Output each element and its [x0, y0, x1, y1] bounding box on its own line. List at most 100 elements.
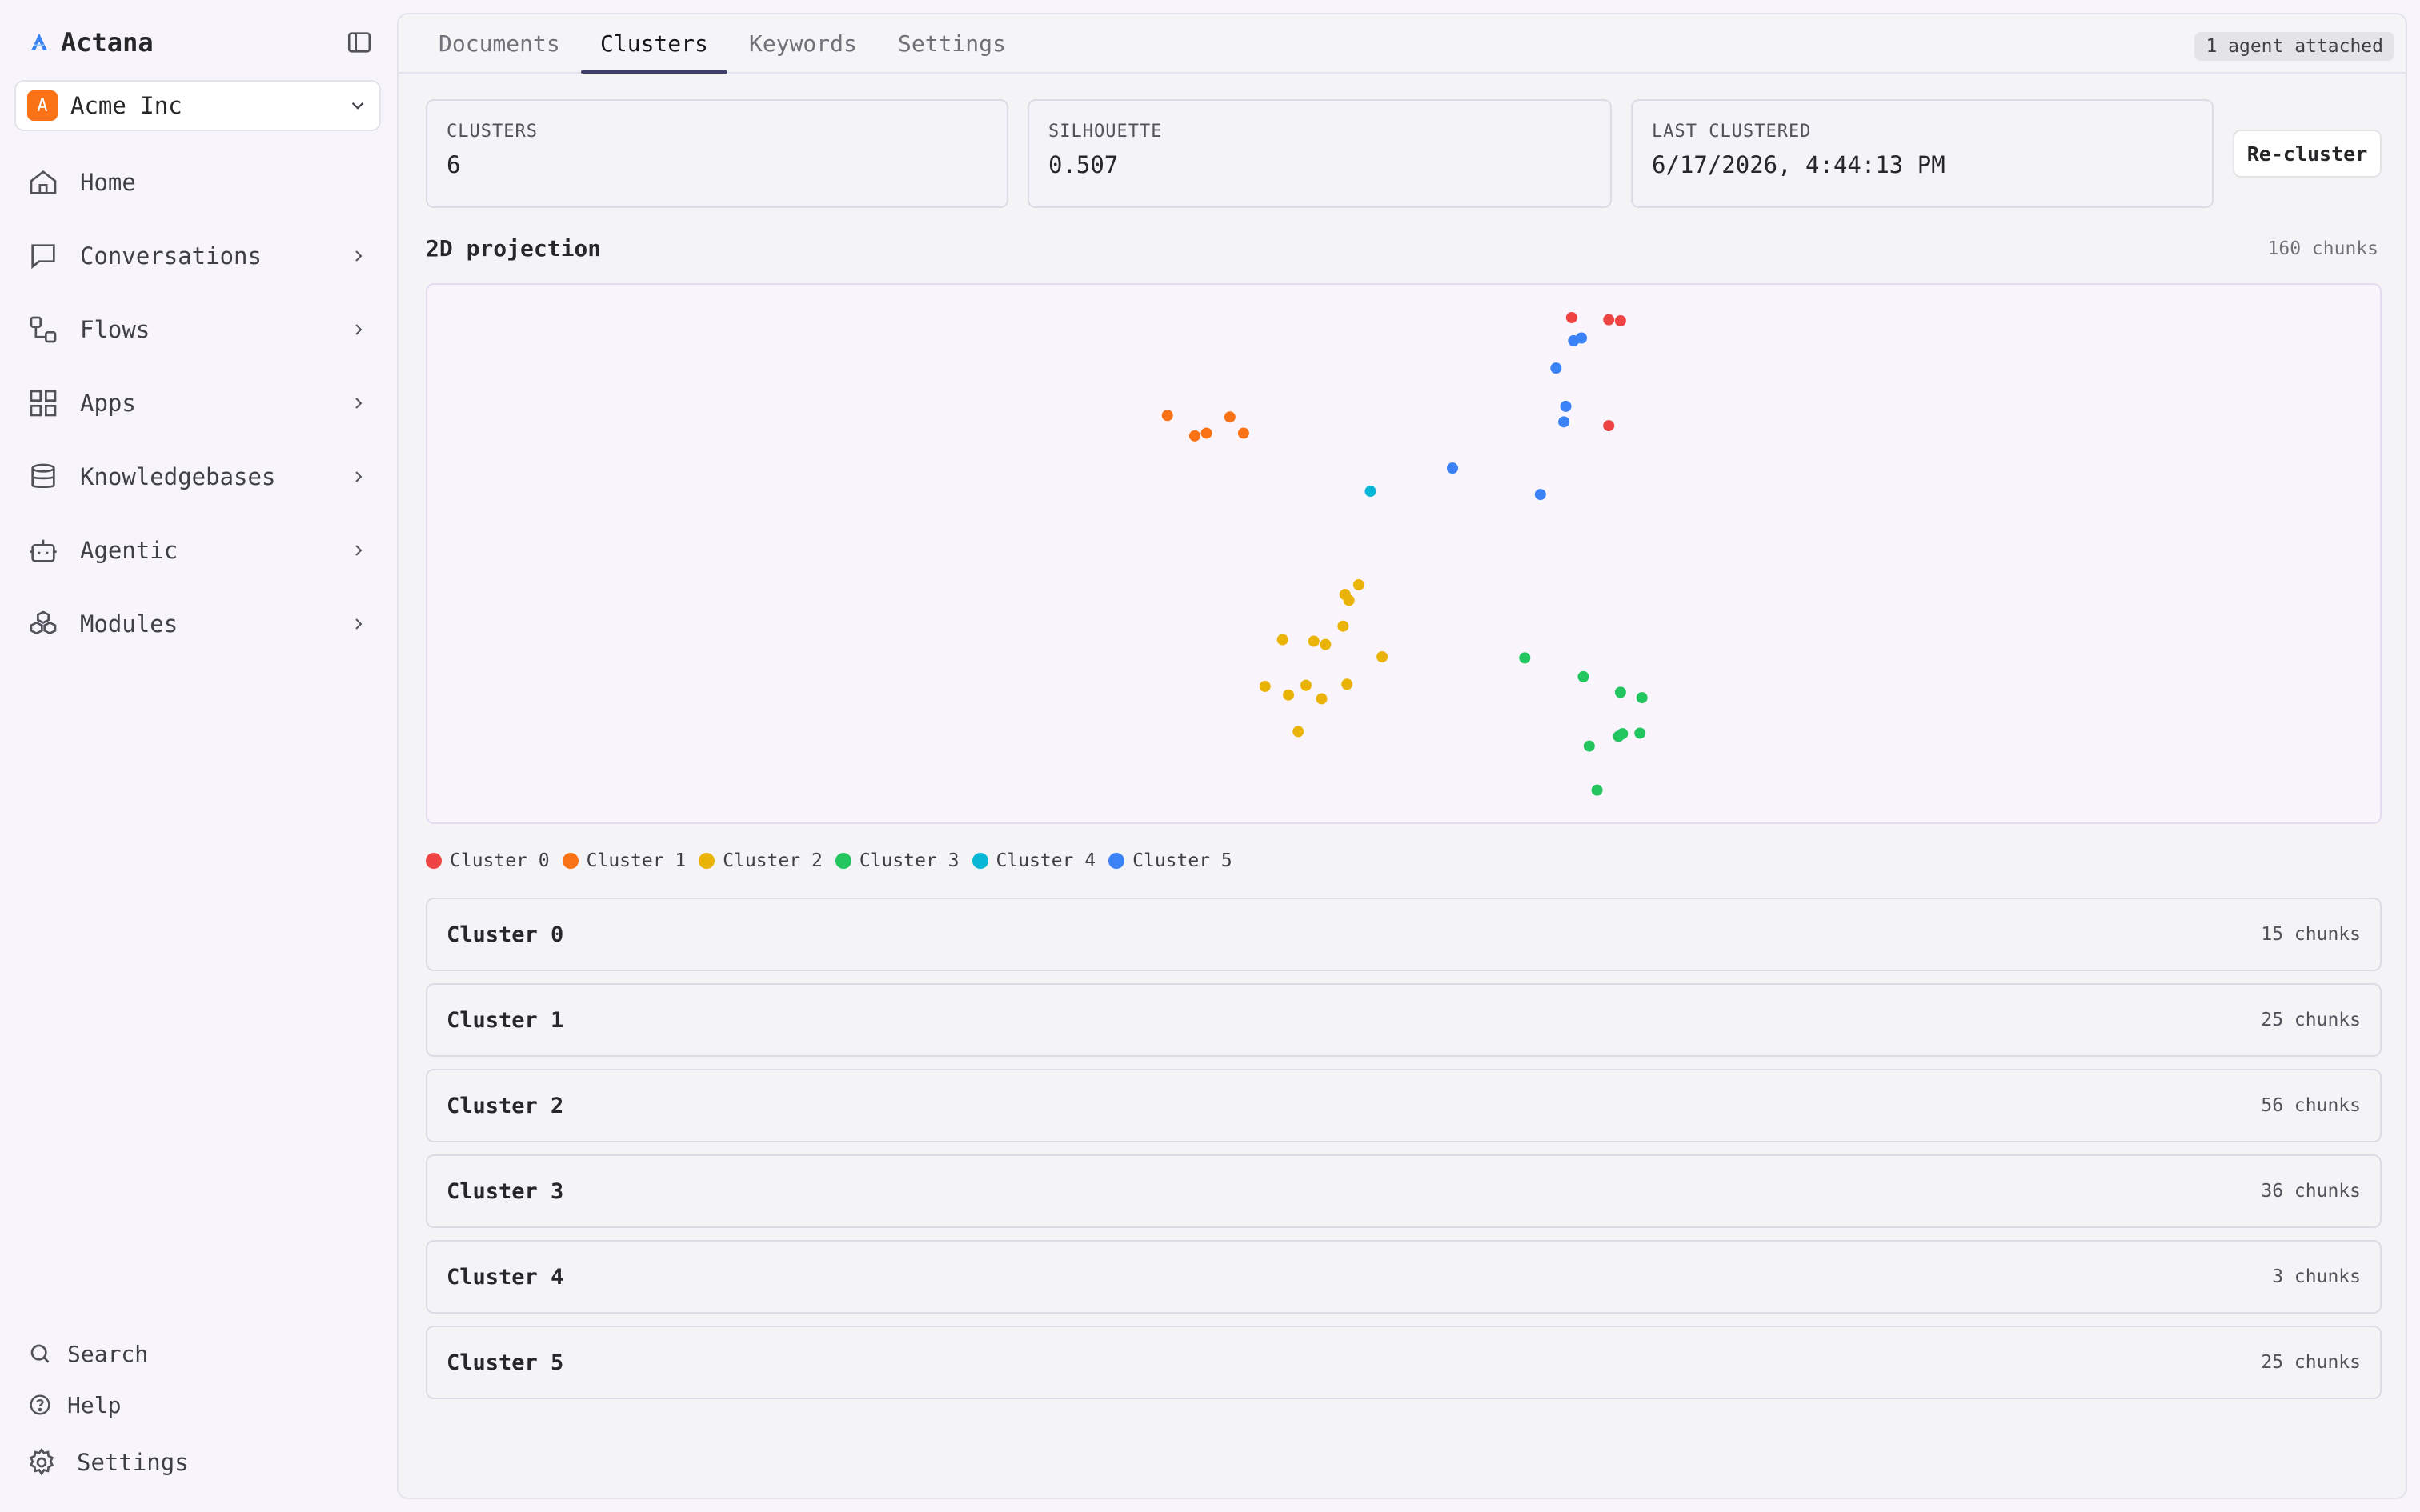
sidebar-item-label: Knowledgebases: [80, 463, 276, 490]
scatter-point-cluster-3[interactable]: [1636, 692, 1648, 704]
legend-label: Cluster 3: [859, 850, 960, 871]
scatter-point-cluster-5[interactable]: [1568, 334, 1580, 346]
recluster-button[interactable]: Re-cluster: [2233, 130, 2382, 178]
scatter-point-cluster-0[interactable]: [1603, 420, 1615, 432]
cluster-name: Cluster 3: [447, 1178, 564, 1204]
scatter-point-cluster-2[interactable]: [1276, 634, 1288, 646]
search-icon: [30, 1344, 50, 1363]
cluster-chunk-count: 3 chunks: [2272, 1266, 2361, 1287]
chevron-right-icon: [355, 398, 363, 409]
scatter-point-cluster-2[interactable]: [1292, 726, 1304, 738]
sidebar-item-flows[interactable]: Flows: [14, 293, 381, 366]
sidebar-toggle-icon[interactable]: [346, 29, 373, 56]
legend-label: Cluster 1: [586, 850, 687, 871]
scatter-point-cluster-3[interactable]: [1634, 727, 1646, 739]
chat-icon: [31, 244, 55, 270]
scatter-point-cluster-5[interactable]: [1560, 400, 1572, 412]
scatter-point-cluster-1[interactable]: [1224, 411, 1236, 423]
cluster-row[interactable]: Cluster 2 56 chunks: [426, 1069, 2382, 1142]
legend-item: Cluster 0: [426, 850, 550, 871]
scatter-point-cluster-4[interactable]: [1364, 486, 1376, 498]
database-icon: [31, 463, 55, 489]
cluster-list: Cluster 0 15 chunks Cluster 1 25 chunks Clus…: [426, 898, 2382, 1411]
sidebar-item-home[interactable]: Home: [14, 146, 381, 219]
legend-label: Cluster 2: [723, 850, 823, 871]
projection-chunk-count: 160 chunks: [2267, 238, 2378, 259]
scatter-point-cluster-2[interactable]: [1320, 638, 1332, 650]
scatter-point-cluster-1[interactable]: [1161, 410, 1173, 422]
legend-swatch: [972, 853, 988, 869]
scatter-point-cluster-3[interactable]: [1577, 670, 1589, 682]
scatter-point-cluster-2[interactable]: [1352, 578, 1364, 590]
scatter-point-cluster-2[interactable]: [1300, 679, 1312, 691]
sidebar-item-conversations[interactable]: Conversations: [14, 219, 381, 293]
chevron-right-icon: [355, 250, 363, 262]
scatter-point-cluster-3[interactable]: [1614, 686, 1626, 698]
tab-documents[interactable]: Documents: [419, 14, 579, 72]
org-switcher[interactable]: A Acme Inc: [14, 80, 381, 131]
settings-label: Settings: [77, 1449, 189, 1476]
chart-legend: Cluster 0 Cluster 1 Cluster 2 Cluster 3 Clus…: [426, 845, 1232, 877]
scatter-point-cluster-2[interactable]: [1376, 651, 1388, 663]
stat-value: 6/17/2026, 4:44:13 PM: [1652, 151, 1945, 178]
cluster-row[interactable]: Cluster 3 36 chunks: [426, 1154, 2382, 1228]
scatter-point-cluster-5[interactable]: [1558, 416, 1570, 428]
scatter-point-cluster-1[interactable]: [1200, 427, 1212, 439]
sidebar-item-knowledgebases[interactable]: Knowledgebases: [14, 440, 381, 514]
cluster-row[interactable]: Cluster 4 3 chunks: [426, 1240, 2382, 1314]
legend-item: Cluster 1: [562, 850, 687, 871]
sidebar-item-label: Modules: [80, 610, 178, 638]
legend-swatch: [835, 853, 851, 869]
scatter-point-cluster-0[interactable]: [1603, 314, 1615, 326]
cluster-name: Cluster 2: [447, 1093, 564, 1118]
scatter-point-cluster-1[interactable]: [1237, 427, 1249, 439]
home-icon: [30, 170, 57, 194]
scatter-point-cluster-3[interactable]: [1519, 652, 1531, 664]
scatter-point-cluster-2[interactable]: [1308, 635, 1320, 647]
legend-item: Cluster 2: [699, 850, 823, 871]
scatter-point-cluster-5[interactable]: [1447, 462, 1458, 474]
tab-clusters[interactable]: Clusters: [581, 14, 727, 74]
scatter-point-cluster-3[interactable]: [1613, 730, 1625, 742]
tab-settings[interactable]: Settings: [879, 14, 1025, 72]
sidebar-item-label: Conversations: [80, 242, 262, 270]
cluster-chunk-count: 36 chunks: [2261, 1181, 2361, 1202]
sidebar-search[interactable]: Search: [27, 1328, 379, 1379]
scatter-point-cluster-2[interactable]: [1341, 678, 1353, 690]
sidebar-nav: Home Conversations Flows Apps Knowledgeb…: [14, 146, 381, 661]
help-icon: [30, 1394, 50, 1415]
tab-keywords[interactable]: Keywords: [730, 14, 876, 72]
brand[interactable]: Actana: [27, 24, 154, 61]
legend-swatch: [1108, 853, 1125, 869]
modules-icon: [30, 610, 57, 635]
sidebar-item-label: Agentic: [80, 537, 178, 564]
sidebar-item-agentic[interactable]: Agentic: [14, 514, 381, 587]
sidebar-item-modules[interactable]: Modules: [14, 587, 381, 661]
scatter-point-cluster-5[interactable]: [1534, 489, 1546, 501]
scatter-point-cluster-1[interactable]: [1188, 430, 1200, 442]
scatter-point-cluster-2[interactable]: [1337, 620, 1349, 632]
scatter-point-cluster-2[interactable]: [1283, 689, 1295, 701]
stat-label: SILHOUETTE: [1048, 122, 1163, 142]
scatter-point-cluster-2[interactable]: [1343, 594, 1355, 606]
brand-name: Actana: [61, 27, 154, 58]
scatter-point-cluster-0[interactable]: [1614, 315, 1626, 327]
scatter-point-cluster-0[interactable]: [1565, 311, 1577, 323]
sidebar-help[interactable]: Help: [27, 1379, 379, 1430]
chevron-down-icon: [351, 102, 364, 110]
legend-item: Cluster 4: [972, 850, 1096, 871]
scatter-point-cluster-5[interactable]: [1550, 362, 1562, 374]
chevron-right-icon: [355, 618, 363, 630]
scatter-point-cluster-2[interactable]: [1259, 680, 1271, 692]
scatter-svg: [1161, 311, 1648, 796]
scatter-point-cluster-2[interactable]: [1316, 693, 1328, 705]
scatter-plot[interactable]: [426, 283, 2382, 824]
cluster-row[interactable]: Cluster 1 25 chunks: [426, 983, 2382, 1057]
scatter-point-cluster-3[interactable]: [1583, 740, 1595, 752]
scatter-point-cluster-3[interactable]: [1591, 784, 1603, 796]
cluster-row[interactable]: Cluster 0 15 chunks: [426, 898, 2382, 971]
sidebar-item-apps[interactable]: Apps: [14, 366, 381, 440]
sidebar-settings[interactable]: Settings: [27, 1430, 379, 1494]
cluster-row[interactable]: Cluster 5 25 chunks: [426, 1326, 2382, 1399]
cluster-name: Cluster 0: [447, 922, 564, 947]
